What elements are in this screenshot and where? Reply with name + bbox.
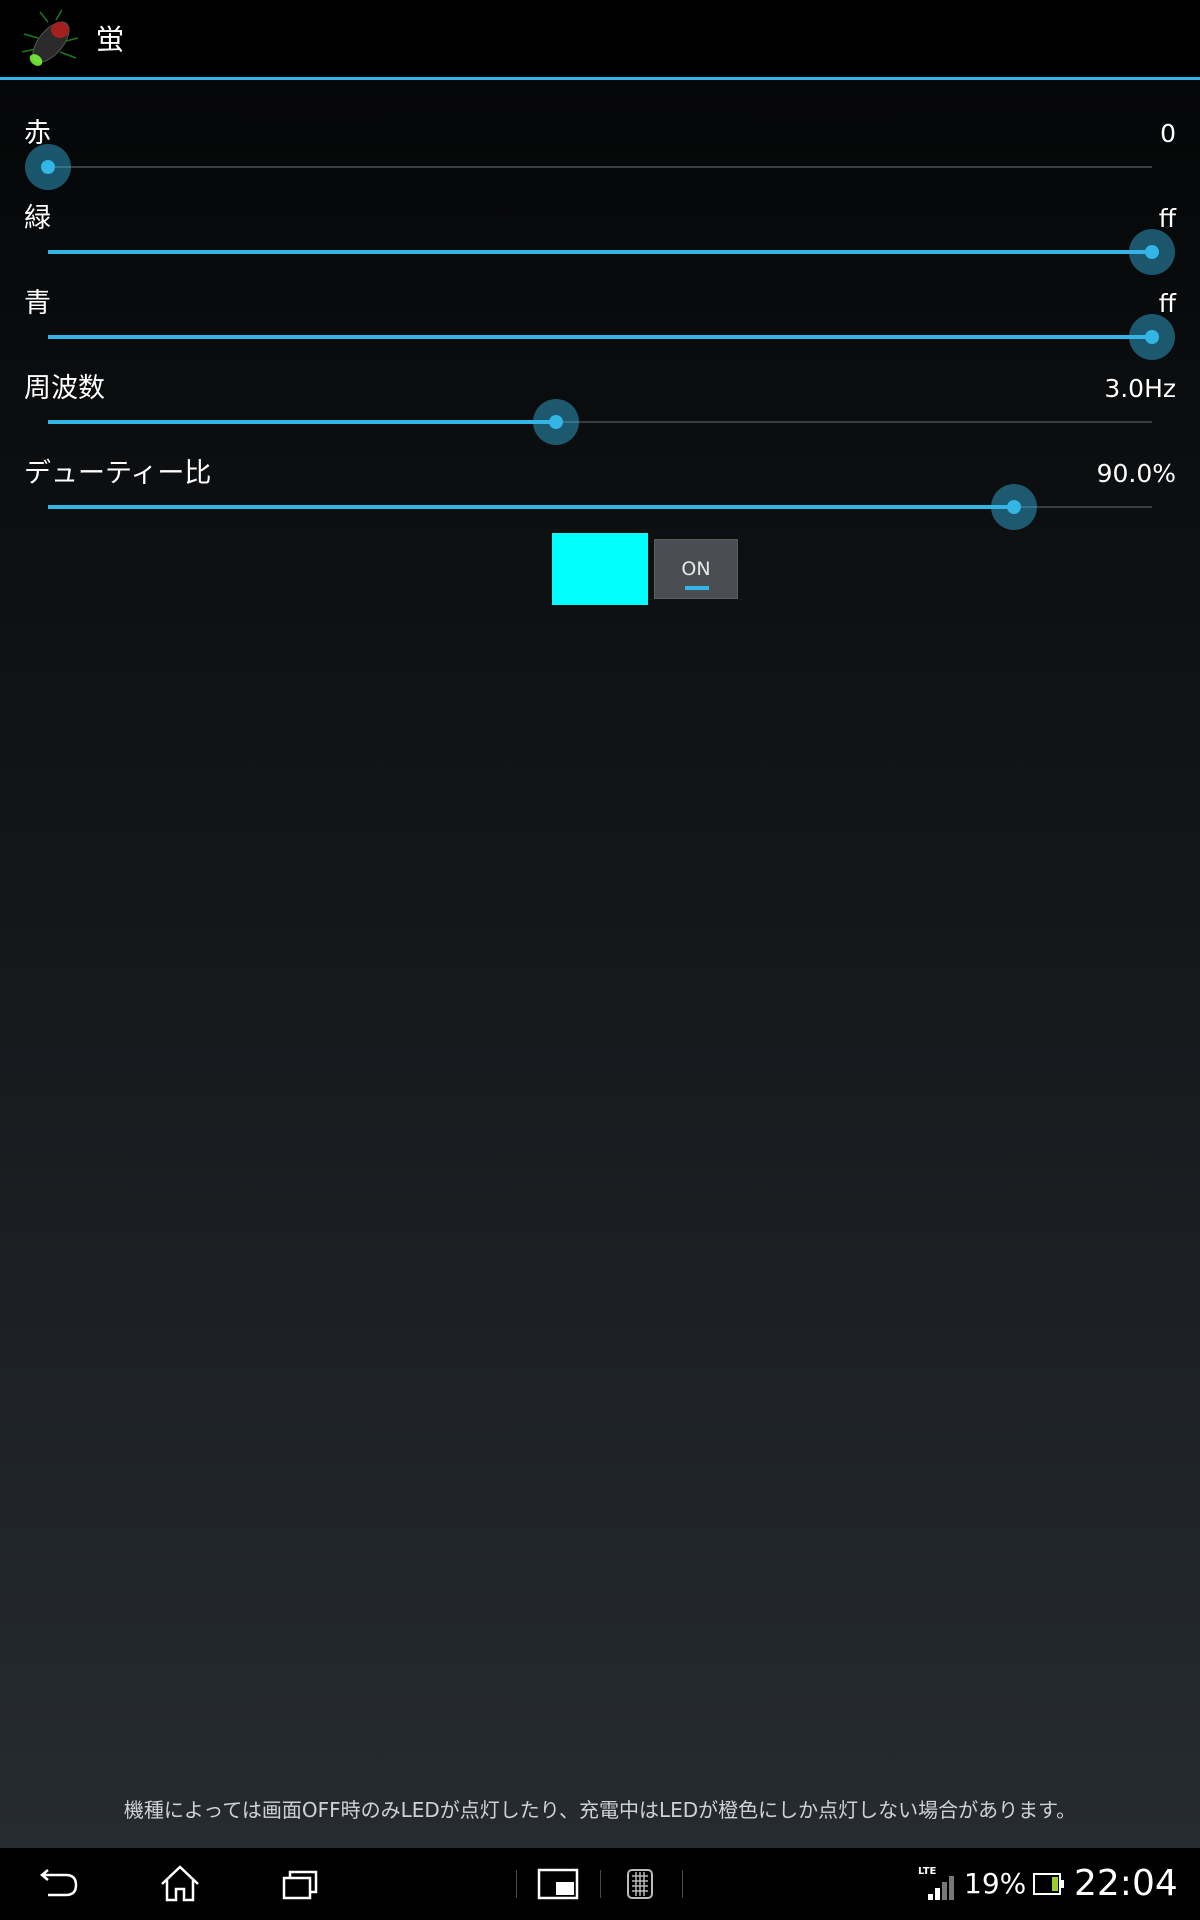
slider-blue: 青 ff — [0, 280, 1200, 365]
slider-red: 赤 0 — [0, 110, 1200, 195]
keyboard-icon[interactable] — [618, 1862, 662, 1906]
slider-green: 緑 ff — [0, 195, 1200, 280]
footer-note: 機種によっては画面OFF時のみLEDが点灯したり、充電中はLEDが橙色にしか点灯… — [123, 1798, 1077, 1822]
slider-fill — [48, 250, 1152, 254]
slider-frequency: 周波数 3.0Hz — [0, 365, 1200, 450]
divider — [600, 1870, 601, 1898]
slider-fill — [48, 420, 556, 424]
slider-duty-cycle: デューティー比 90.0% — [0, 450, 1200, 535]
battery-icon — [1032, 1862, 1066, 1906]
toggle-label: ON — [681, 558, 711, 580]
slider-label: 緑 — [24, 203, 51, 234]
slider-track[interactable] — [25, 144, 1152, 190]
firefly-icon[interactable] — [18, 8, 84, 74]
divider — [516, 1870, 517, 1898]
divider — [682, 1870, 683, 1898]
clock: 22:04 — [1074, 1863, 1178, 1904]
home-icon[interactable] — [158, 1862, 202, 1906]
small-app-icon[interactable] — [536, 1862, 580, 1906]
slider-thumb[interactable] — [991, 484, 1037, 530]
slider-thumb[interactable] — [25, 144, 71, 190]
slider-thumb[interactable] — [1129, 314, 1175, 360]
slider-value: 90.0% — [1096, 459, 1176, 488]
toggle-indicator — [685, 586, 709, 590]
action-bar: 蛍 — [0, 0, 1200, 80]
slider-track[interactable] — [48, 229, 1175, 275]
recents-icon[interactable] — [278, 1862, 322, 1906]
slider-thumb[interactable] — [532, 399, 579, 445]
slider-thumb[interactable] — [1129, 229, 1175, 275]
slider-label: 青 — [24, 288, 51, 319]
back-icon[interactable] — [38, 1862, 82, 1906]
slider-track[interactable] — [48, 399, 1152, 445]
network-type: LTE — [918, 1866, 937, 1877]
slider-fill — [48, 505, 1014, 509]
slider-track[interactable] — [48, 484, 1152, 530]
slider-label: 周波数 — [24, 373, 105, 404]
slider-track[interactable] — [48, 314, 1175, 360]
battery-percent: 19% — [964, 1867, 1027, 1900]
color-preview-swatch — [552, 533, 648, 605]
slider-label: デューティー比 — [24, 458, 212, 489]
slider-value: 3.0Hz — [1104, 374, 1176, 403]
signal-icon: LTE — [914, 1862, 964, 1906]
on-off-toggle-button[interactable]: ON — [654, 539, 738, 599]
slider-value: 0 — [1160, 119, 1176, 148]
system-bar: LTE 19% 22:04 — [0, 1848, 1200, 1920]
slider-fill — [48, 335, 1152, 339]
app-title: 蛍 — [96, 23, 125, 56]
